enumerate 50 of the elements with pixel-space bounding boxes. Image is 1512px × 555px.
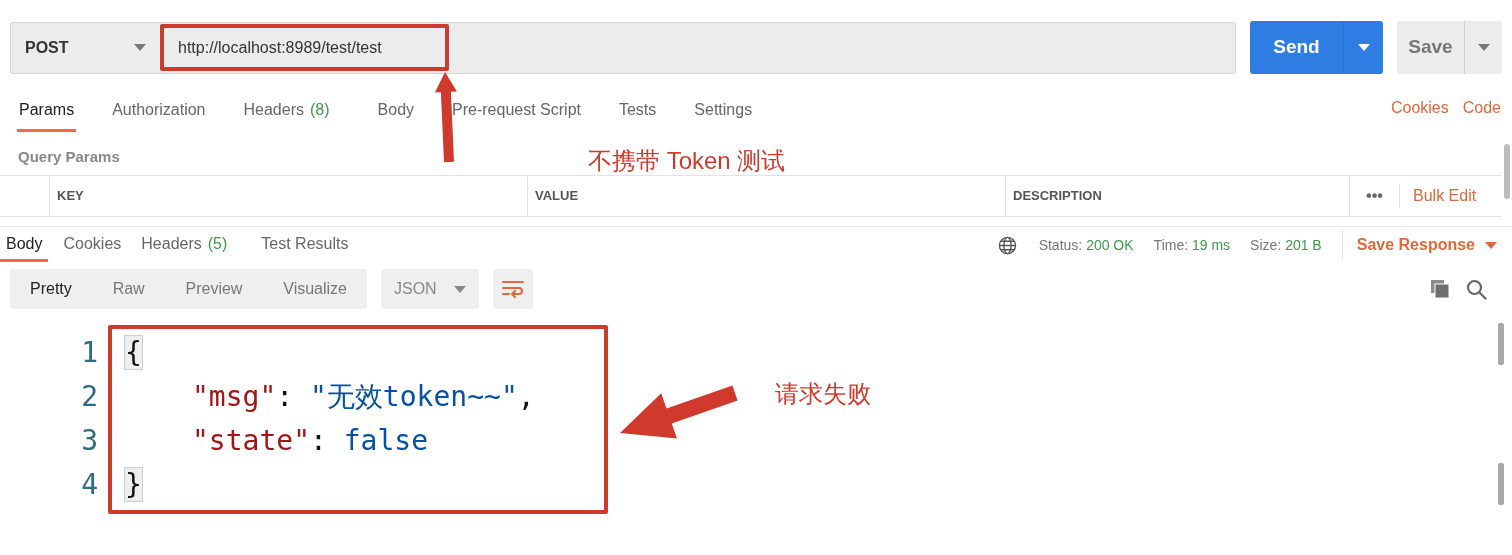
line-number: 1 (80, 335, 98, 371)
request-tab[interactable]: Settings (692, 98, 755, 132)
response-stat: Time: 19 ms (1153, 235, 1231, 255)
bulk-edit-link[interactable]: Bulk Edit (1400, 184, 1477, 208)
request-tab[interactable]: Headers (8) (241, 98, 342, 132)
annotation-note: 请求失败 (775, 379, 871, 409)
column-header: DESCRIPTION (1013, 187, 1102, 206)
response-tab[interactable]: Test Results (254, 228, 356, 262)
response-stat: Size: 201 B (1250, 235, 1322, 255)
view-mode-tab[interactable]: Pretty (16, 277, 86, 301)
format-select[interactable]: JSON (381, 269, 479, 309)
wrap-lines-button[interactable] (493, 269, 533, 309)
response-stat: Status: 200 OK (1038, 235, 1134, 255)
response-tab[interactable]: Cookies (56, 228, 129, 262)
header-link[interactable]: Code (1462, 96, 1501, 120)
header-link[interactable]: Cookies (1390, 96, 1449, 120)
line-number: 3 (80, 423, 98, 459)
response-tab[interactable]: Headers (5) (134, 228, 249, 262)
column-header: KEY (57, 187, 84, 206)
code-line: "msg": "无效token~~", (191, 379, 535, 415)
globe-icon[interactable] (997, 235, 1017, 255)
annotation-note: 不携带 Token 测试 (588, 146, 786, 176)
send-button[interactable]: Send (1250, 21, 1383, 74)
request-tab[interactable]: Body (375, 98, 417, 132)
scrollbar-thumb[interactable] (1498, 463, 1504, 505)
caret-icon (454, 285, 466, 293)
request-tab[interactable]: Params (17, 98, 77, 132)
view-mode-tab[interactable]: Visualize (269, 277, 361, 301)
line-number: 4 (80, 467, 98, 503)
scrollbar-thumb[interactable] (1498, 323, 1504, 365)
save-response-button[interactable]: Save Response (1356, 233, 1497, 257)
response-tab[interactable]: Body (0, 228, 49, 262)
copy-icon[interactable] (1430, 279, 1450, 299)
view-mode-tab[interactable]: Raw (98, 277, 159, 301)
caret-icon (1357, 44, 1370, 51)
save-button[interactable]: Save (1397, 21, 1502, 74)
request-tab[interactable]: Authorization (110, 98, 208, 132)
view-mode-tab[interactable]: Preview (171, 277, 257, 301)
request-tab[interactable]: Pre-request Script (450, 98, 583, 132)
caret-icon (1485, 241, 1497, 249)
column-header: VALUE (535, 187, 579, 206)
scrollbar-thumb[interactable] (1504, 144, 1510, 199)
line-number: 2 (80, 379, 98, 415)
section-title: Query Params (17, 147, 120, 167)
request-tab[interactable]: Tests (616, 98, 659, 132)
search-icon[interactable] (1466, 278, 1487, 300)
more-button[interactable]: ••• (1350, 184, 1400, 208)
caret-icon (1477, 44, 1490, 51)
wrap-lines-icon (501, 279, 525, 299)
code-line: "state": false (191, 423, 429, 459)
